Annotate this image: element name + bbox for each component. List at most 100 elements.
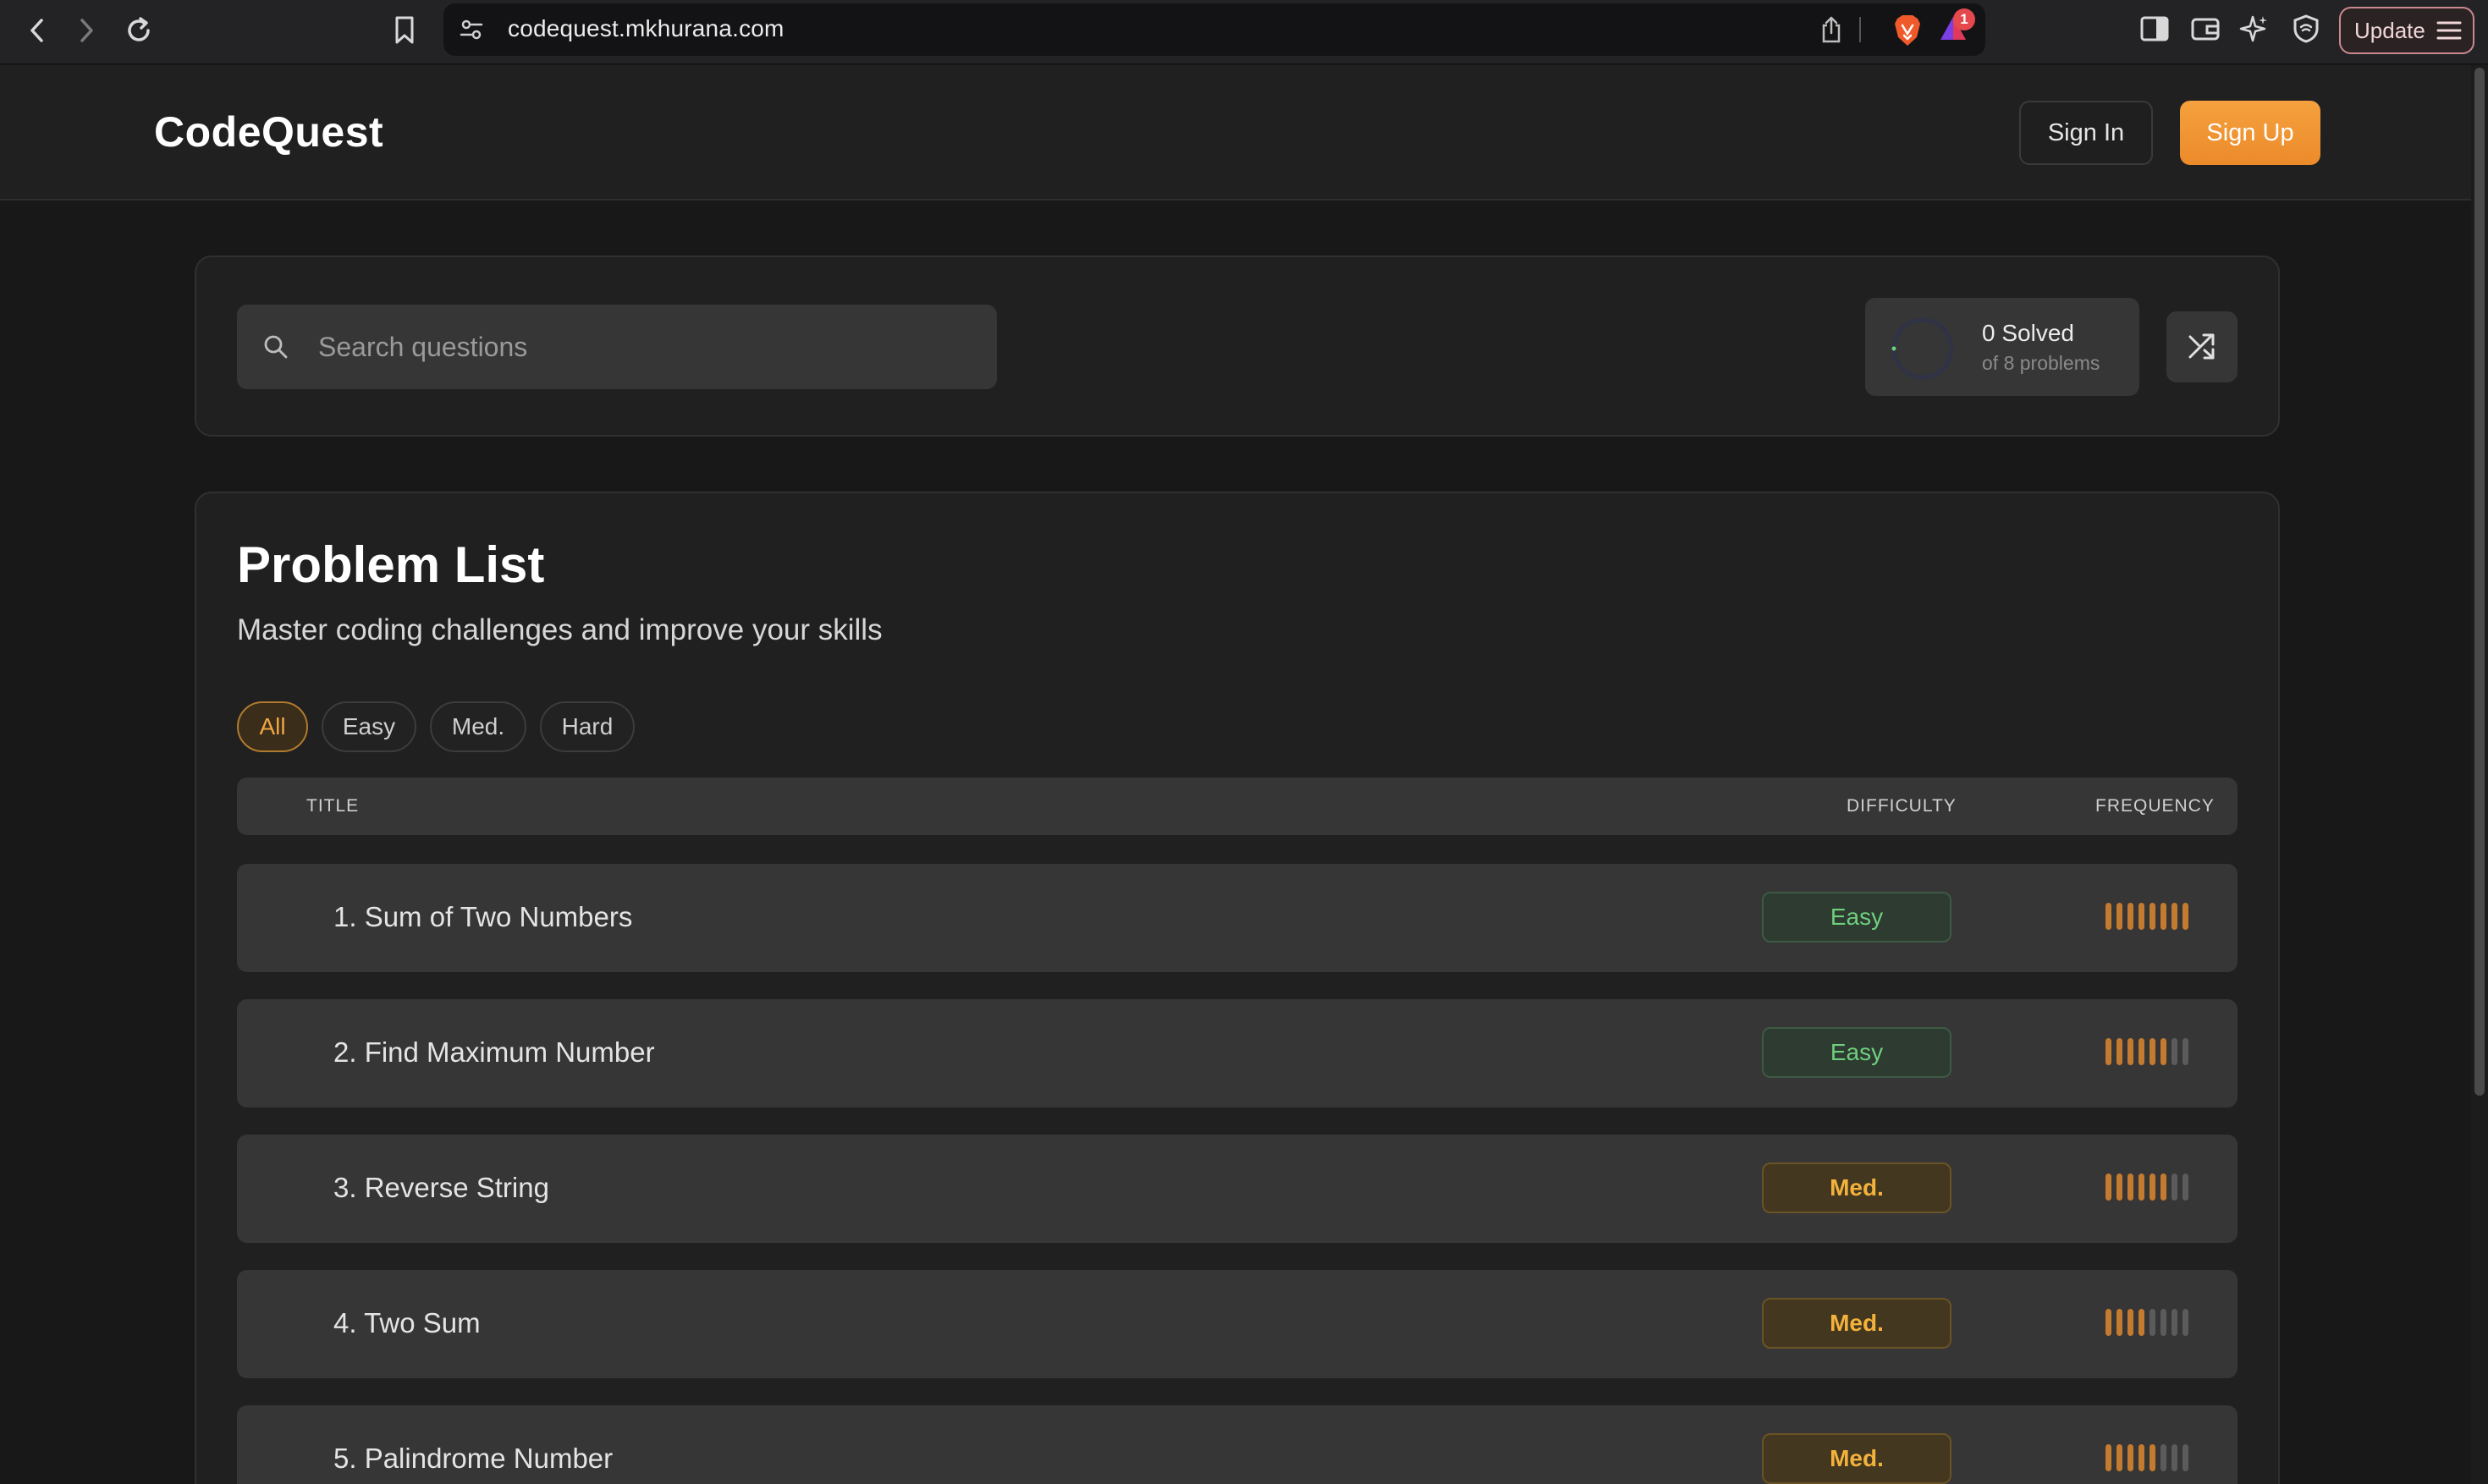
column-title[interactable]: TITLE [306,796,359,816]
filter-all[interactable]: All [237,701,308,752]
share-icon[interactable] [1819,15,1843,44]
frequency-bar [2105,1038,2111,1065]
leo-ai-icon[interactable] [2239,14,2270,44]
frequency-meter [2105,1038,2188,1065]
back-button[interactable] [19,12,56,49]
problem-title[interactable]: 1. Sum of Two Numbers [333,901,632,933]
frequency-bar [2183,1173,2188,1201]
frequency-bar [2105,903,2111,930]
frequency-bar [2171,1038,2177,1065]
progress-ring [1889,315,1957,387]
frequency-bar [2183,1309,2188,1336]
problem-title[interactable]: 5. Palindrome Number [333,1443,613,1475]
frequency-bar [2127,1444,2133,1471]
search-input[interactable] [318,305,978,389]
difficulty-badge: Med. [1762,1433,1951,1484]
filter-medium[interactable]: Med. [430,701,526,752]
vpn-shield-icon[interactable] [2292,14,2320,44]
frequency-bar [2171,903,2177,930]
site-settings-icon[interactable] [459,17,484,42]
rewards-badge: 1 [1953,8,1975,30]
problem-row[interactable]: 5. Palindrome Number Med. [237,1405,2238,1484]
sign-in-button[interactable]: Sign In [2019,101,2153,165]
problem-row[interactable]: 3. Reverse String Med. [237,1135,2238,1243]
reload-icon [128,17,150,41]
table-header: TITLE DIFFICULTY FREQUENCY [237,778,2238,835]
problem-title[interactable]: 4. Two Sum [333,1307,481,1339]
update-label: Update [2354,17,2425,43]
wallet-icon[interactable] [2190,14,2221,44]
bookmark-button[interactable] [386,12,423,49]
frequency-bar [2127,1309,2133,1336]
problem-row[interactable]: 2. Find Maximum Number Easy [237,999,2238,1108]
frequency-bar [2149,1038,2155,1065]
frequency-bar [2171,1444,2177,1471]
chevron-right-icon [80,19,93,42]
search-icon [262,333,289,365]
frequency-bar [2116,1309,2122,1336]
page-subtitle: Master coding challenges and improve you… [237,613,883,646]
frequency-bar [2149,1444,2155,1471]
filter-easy[interactable]: Easy [322,701,416,752]
update-button[interactable]: Update [2339,7,2474,54]
frequency-bar [2149,1309,2155,1336]
divider [1859,17,1861,42]
frequency-bar [2149,903,2155,930]
filter-hard[interactable]: Hard [540,701,635,752]
frequency-bar [2171,1309,2177,1336]
column-difficulty[interactable]: DIFFICULTY [1847,796,1957,816]
frequency-meter [2105,1444,2188,1471]
frequency-bar [2160,1173,2166,1201]
address-bar[interactable]: codequest.mkhurana.com 1 [443,3,1985,56]
shuffle-icon [2188,333,2215,360]
difficulty-badge: Easy [1762,1027,1951,1078]
frequency-bar [2138,1038,2144,1065]
frequency-bar [2138,1309,2144,1336]
chevron-left-icon [30,19,43,42]
forward-button[interactable] [68,12,105,49]
reload-button[interactable] [120,12,157,49]
frequency-bar [2116,1038,2122,1065]
random-problem-button[interactable] [2166,311,2238,382]
frequency-bar [2127,1173,2133,1201]
site-logo[interactable]: CodeQuest [154,107,383,157]
frequency-meter [2105,1309,2188,1336]
frequency-bar [2116,1444,2122,1471]
frequency-bar [2105,1309,2111,1336]
brave-shields-icon[interactable] [1892,14,1923,47]
difficulty-badge: Med. [1762,1162,1951,1213]
sign-up-button[interactable]: Sign Up [2180,101,2320,165]
browser-toolbar: codequest.mkhurana.com 1 Update [0,0,2488,64]
column-frequency[interactable]: FREQUENCY [2095,796,2215,816]
sidebar-toggle-icon[interactable] [2139,14,2170,44]
problem-row[interactable]: 4. Two Sum Med. [237,1270,2238,1378]
frequency-meter [2105,903,2188,930]
search-panel: 0 Solved of 8 problems [195,256,2280,437]
difficulty-badge: Med. [1762,1298,1951,1349]
frequency-bar [2160,1444,2166,1471]
frequency-bar [2138,1173,2144,1201]
frequency-bar [2138,903,2144,930]
problem-title[interactable]: 3. Reverse String [333,1172,549,1204]
scrollbar-thumb[interactable] [2474,68,2485,1096]
search-box[interactable] [237,305,997,389]
total-problems: of 8 problems [1982,352,2100,374]
frequency-bar [2160,903,2166,930]
difficulty-filters: All Easy Med. Hard [237,701,635,752]
page-title: Problem List [237,536,545,593]
frequency-bar [2183,903,2188,930]
frequency-bar [2160,1309,2166,1336]
frequency-bar [2105,1444,2111,1471]
frequency-meter [2105,1173,2188,1201]
frequency-bar [2160,1038,2166,1065]
solved-count: 0 Solved [1982,320,2074,346]
frequency-bar [2105,1173,2111,1201]
problem-title[interactable]: 2. Find Maximum Number [333,1036,655,1069]
site-header: CodeQuest Sign In Sign Up [0,65,2471,201]
frequency-bar [2116,903,2122,930]
frequency-bar [2171,1173,2177,1201]
url-text[interactable]: codequest.mkhurana.com [508,15,784,42]
problem-row[interactable]: 1. Sum of Two Numbers Easy [237,864,2238,972]
frequency-bar [2138,1444,2144,1471]
frequency-bar [2183,1038,2188,1065]
